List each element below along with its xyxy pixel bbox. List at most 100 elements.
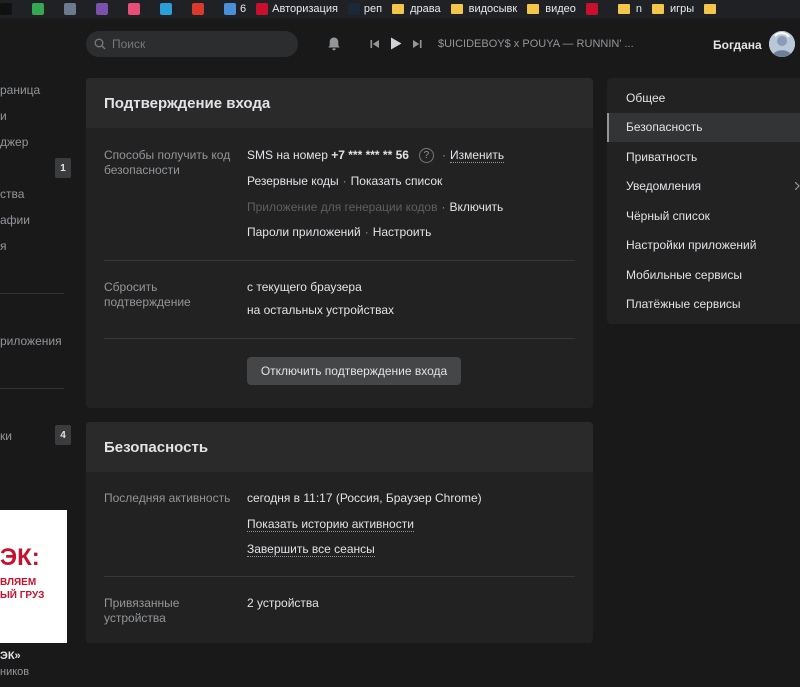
menu-item-payment-services[interactable]: Платёжные сервисы (607, 290, 800, 320)
bookmark-item[interactable]: игры (652, 3, 694, 15)
photo-icon (64, 3, 76, 15)
show-history-text[interactable]: Показать историю активности (247, 517, 414, 532)
ad-text: ЫЙ ГРУЗ (0, 590, 45, 601)
app-passwords-row: Пароли приложений · Настроить (247, 225, 431, 239)
section-divider (104, 260, 575, 261)
ad-title[interactable]: ЭК» (0, 650, 21, 662)
disable-login-confirmation-button[interactable]: Отключить подтверждение входа (247, 357, 461, 385)
separator-dot: · (441, 200, 446, 214)
ad-banner[interactable]: ЭК: ВЛЯЕМ ЫЙ ГРУЗ (0, 510, 67, 643)
section-divider (104, 338, 575, 339)
bookmark-label: n (635, 3, 642, 15)
left-nav-item[interactable]: ки (0, 429, 12, 443)
sms-row: SMS на номер +7 *** *** ** 56? · Изменить (247, 148, 505, 164)
bookmark-item[interactable] (585, 3, 602, 15)
panel-title: Безопасность (86, 422, 593, 472)
tiktok-icon (0, 3, 12, 15)
ttk-icon (256, 3, 269, 15)
linked-devices-value: 2 устройства (247, 596, 319, 610)
last-activity-label: Последняя активность (104, 491, 231, 505)
separator-dot: · (441, 148, 446, 162)
show-list-link[interactable]: Показать список (351, 174, 443, 188)
bookmark-label: Авторизация (272, 3, 338, 15)
bookmark-item[interactable]: реп (347, 3, 383, 15)
user-name[interactable]: Богдана (713, 38, 762, 52)
end-sessions-link[interactable]: Завершить все сеансы (247, 542, 375, 557)
bookmark-label: видео (545, 3, 576, 15)
left-nav-item[interactable]: и (0, 109, 7, 123)
left-nav-item[interactable]: афии (0, 213, 30, 227)
bookmark-item[interactable] (32, 3, 48, 15)
left-nav-item[interactable]: риложения (0, 334, 62, 348)
folder-icon (392, 4, 405, 14)
menu-item-notifications[interactable]: Уведомления (607, 172, 800, 202)
folder-icon (450, 4, 463, 14)
folder-icon (617, 4, 630, 14)
bell-icon[interactable] (326, 36, 342, 52)
menu-item-blacklist[interactable]: Чёрный список (607, 201, 800, 231)
search-box[interactable] (86, 31, 298, 57)
menu-item-general[interactable]: Общее (607, 83, 800, 113)
end-sessions-text[interactable]: Завершить все сеансы (247, 542, 375, 557)
menu-item-privacy[interactable]: Приватность (607, 142, 800, 172)
sms-prefix: SMS на номер (247, 148, 332, 162)
ad-text: ВЛЯЕМ (0, 577, 37, 588)
play-icon[interactable] (390, 37, 402, 50)
bookmark-label: реп (363, 3, 383, 15)
configure-link[interactable]: Настроить (373, 225, 432, 239)
bookmark-item[interactable] (64, 3, 80, 15)
previous-track-icon[interactable] (370, 39, 380, 49)
ad-logo: ЭК: (0, 544, 40, 571)
bookmark-item[interactable] (192, 3, 208, 15)
left-nav-item[interactable]: я (0, 239, 7, 253)
settings-menu: Общее Безопасность Приватность Уведомлен… (607, 78, 800, 324)
bookmark-item[interactable] (160, 3, 176, 15)
menu-item-security[interactable]: Безопасность (607, 112, 800, 142)
reset-current-link[interactable]: с текущего браузера (247, 280, 362, 294)
reset-others-link[interactable]: на остальных устройствах (247, 303, 394, 317)
show-history-link[interactable]: Показать историю активности (247, 517, 414, 532)
track-title[interactable]: $UICIDEBOY$ x POUYA — RUNNIN' ... (438, 38, 634, 50)
enable-link[interactable]: Включить (449, 200, 503, 214)
bookmark-item[interactable]: видосывк (450, 3, 517, 15)
avatar-image (769, 31, 795, 57)
bookmark-item[interactable]: драва (392, 3, 441, 15)
app-passwords-label: Пароли приложений (247, 225, 361, 239)
ad-subtitle: ников (0, 666, 30, 678)
avatar[interactable] (769, 31, 795, 57)
left-navigation: раница и джер 1 ства афии я риложения ки… (0, 70, 80, 687)
menu-item-label: Уведомления (626, 179, 702, 194)
linked-devices-label: Привязанные устройства (104, 596, 180, 625)
chevron-right-icon (795, 181, 800, 190)
bookmark-item[interactable] (704, 4, 722, 14)
help-icon[interactable]: ? (418, 148, 434, 164)
app-generator-label: Приложение для генерации кодов (247, 200, 438, 214)
separator-dot: · (364, 225, 369, 239)
bookmark-item[interactable]: 6 (224, 3, 246, 15)
s-icon (96, 3, 108, 15)
next-track-icon[interactable] (412, 39, 422, 49)
bookmark-item[interactable] (128, 3, 144, 15)
bookmark-item[interactable] (96, 3, 112, 15)
bookmark-item[interactable]: Авторизация (256, 3, 338, 15)
bookmark-item[interactable] (0, 3, 16, 15)
reserve-codes-row: Резервные коды · Показать список (247, 174, 442, 188)
bookmark-item[interactable]: n (617, 3, 642, 15)
left-nav-item[interactable]: джер (0, 135, 28, 149)
folder-icon (527, 4, 540, 14)
menu-item-app-settings[interactable]: Настройки приложений (607, 231, 800, 261)
left-nav-item[interactable]: раница (0, 83, 40, 97)
folder-icon (652, 4, 664, 14)
change-phone-link[interactable]: Изменить (449, 148, 505, 163)
bookmark-item[interactable]: видео (527, 3, 576, 15)
app-generator-row: Приложение для генерации кодов · Включить (247, 200, 503, 214)
folder-icon (704, 4, 717, 14)
reset-label: Сбросить подтверждение (104, 280, 191, 309)
d-icon (192, 3, 204, 15)
search-input[interactable] (112, 37, 282, 51)
menu-item-mobile-services[interactable]: Мобильные сервисы (607, 260, 800, 290)
phone-number: +7 *** *** ** 56 (331, 148, 409, 162)
bookmark-label: драва (410, 3, 441, 15)
six-icon (224, 3, 236, 15)
left-nav-item[interactable]: ства (0, 187, 24, 201)
